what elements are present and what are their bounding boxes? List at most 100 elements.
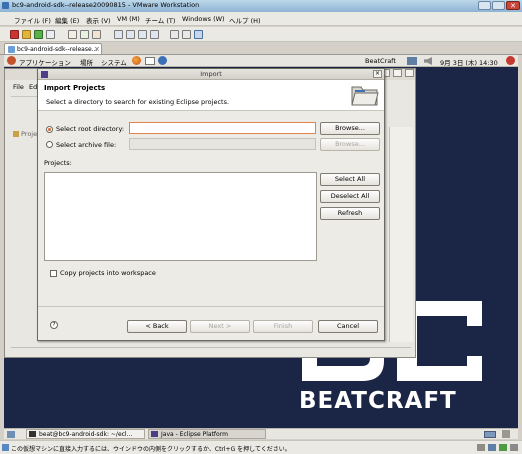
- dialog-header-description: Select a directory to search for existin…: [46, 98, 230, 106]
- view-unity-icon[interactable]: [182, 30, 191, 39]
- suspend-icon[interactable]: [22, 30, 31, 39]
- archive-file-radio[interactable]: [46, 141, 53, 148]
- finish-button[interactable]: Finish: [253, 320, 313, 333]
- revert-icon[interactable]: [80, 30, 89, 39]
- eclipse-menu-edit[interactable]: Ed: [29, 83, 37, 91]
- eclipse-close-button[interactable]: [405, 69, 414, 77]
- taskbar-terminal-label: beat@bc9-android-sdk: ~/ecl...: [39, 431, 133, 438]
- panel-menu-places[interactable]: 場所: [80, 57, 93, 67]
- deselect-all-button[interactable]: Deselect All: [320, 190, 380, 203]
- archive-file-input[interactable]: [129, 138, 316, 150]
- status-info-icon: [2, 444, 9, 451]
- maximize-button[interactable]: [492, 1, 505, 10]
- panel-user-name[interactable]: BeatCraft: [365, 57, 396, 65]
- beatcraft-wallpaper-text: BEATCRAFT: [299, 388, 457, 414]
- browse-root-button[interactable]: Browse...: [320, 122, 380, 135]
- vmware-title: bc9-android-sdk--release20090815 - VMwar…: [12, 1, 200, 9]
- root-directory-radio[interactable]: [46, 126, 53, 133]
- vmware-status-text: この仮想マシンに直接入力するには、ウインドウの内側をクリックするか、Ctrl+G…: [11, 446, 291, 453]
- mail-icon[interactable]: [145, 57, 155, 65]
- eclipse-menu-file[interactable]: File: [13, 83, 24, 91]
- eclipse-maximize-button[interactable]: [393, 69, 402, 77]
- radio-dot: [48, 128, 51, 131]
- view-console-icon[interactable]: [150, 30, 159, 39]
- help-icon[interactable]: ?: [50, 321, 58, 329]
- import-dialog-title-bar[interactable]: Import ×: [38, 69, 384, 80]
- panel-clock[interactable]: 9月 3日 (木) 14:30: [440, 57, 498, 67]
- projects-list[interactable]: [44, 172, 317, 261]
- close-button[interactable]: ✕: [506, 1, 520, 10]
- menu-edit[interactable]: 編集 (E): [55, 15, 79, 25]
- view-summary-icon[interactable]: [138, 30, 147, 39]
- project-explorer-label[interactable]: Proje: [21, 130, 37, 138]
- power-on-icon[interactable]: [34, 30, 43, 39]
- menu-view[interactable]: 表示 (V): [86, 15, 111, 25]
- eclipse-icon: [151, 431, 158, 437]
- minimize-button[interactable]: [478, 1, 491, 10]
- root-directory-label[interactable]: Select root directory:: [56, 125, 124, 133]
- next-button[interactable]: Next >: [190, 320, 250, 333]
- refresh-button[interactable]: Refresh: [320, 207, 380, 220]
- vmware-app-icon: [2, 2, 9, 9]
- close-icon[interactable]: ×: [94, 45, 100, 53]
- back-button[interactable]: < Back: [127, 320, 187, 333]
- device-sound-icon[interactable]: [510, 444, 518, 451]
- panel-menu-applications[interactable]: アプリケーション: [19, 57, 71, 67]
- menu-help[interactable]: ヘルプ (H): [229, 15, 261, 25]
- gnome-top-panel: アプリケーション 場所 システム BeatCraft 9月 3日 (木) 14:…: [4, 55, 518, 67]
- device-network-icon[interactable]: [488, 444, 496, 451]
- close-icon[interactable]: ×: [373, 70, 382, 78]
- menu-vm[interactable]: VM (M): [117, 15, 140, 23]
- cancel-button[interactable]: Cancel: [318, 320, 378, 333]
- view-quick-switch-icon[interactable]: [126, 30, 135, 39]
- import-dialog-title: Import: [200, 70, 222, 78]
- projects-label: Projects:: [44, 159, 72, 167]
- gnome-bottom-panel: beat@bc9-android-sdk: ~/ecl... Java - Ec…: [4, 428, 518, 439]
- project-explorer-icon: [13, 131, 19, 137]
- taskbar-terminal[interactable]: beat@bc9-android-sdk: ~/ecl...: [26, 429, 145, 439]
- device-usb-icon[interactable]: [499, 444, 507, 451]
- folder-icon: [351, 86, 379, 106]
- view-fullscreen-icon[interactable]: [114, 30, 123, 39]
- dialog-header-title: Import Projects: [44, 84, 106, 92]
- select-all-button[interactable]: Select All: [320, 173, 380, 186]
- vmware-menu-bar: ファイル (F) 編集 (E) 表示 (V) VM (M) チーム (T) Wi…: [0, 12, 522, 26]
- menu-team[interactable]: チーム (T): [145, 15, 175, 25]
- power-off-icon[interactable]: [10, 30, 19, 39]
- firefox-icon[interactable]: [132, 56, 141, 65]
- dialog-separator: [38, 306, 384, 307]
- vmware-title-bar[interactable]: bc9-android-sdk--release20090815 - VMwar…: [0, 0, 522, 12]
- help-icon[interactable]: [158, 56, 167, 65]
- panel-menu-system[interactable]: システム: [101, 57, 127, 67]
- reset-icon[interactable]: [46, 30, 55, 39]
- network-icon[interactable]: [407, 57, 417, 65]
- dialog-header-band: Import Projects Select a directory to se…: [38, 80, 384, 111]
- device-disk-icon[interactable]: [477, 444, 485, 451]
- taskbar-eclipse-label: Java - Eclipse Platform: [161, 431, 228, 438]
- view-fit-icon[interactable]: [194, 30, 203, 39]
- workspace-switcher[interactable]: [484, 431, 496, 438]
- shutdown-icon[interactable]: [506, 56, 515, 65]
- distro-logo-icon[interactable]: [7, 56, 16, 65]
- browse-archive-button[interactable]: Browse...: [320, 138, 380, 151]
- import-dialog: Import × Import Projects Select a direct…: [37, 68, 385, 341]
- eclipse-right-view: [389, 127, 413, 342]
- eclipse-bottom-area: [11, 347, 411, 357]
- menu-file[interactable]: ファイル (F): [14, 15, 51, 25]
- terminal-icon: [29, 431, 36, 437]
- root-directory-input[interactable]: [129, 122, 316, 134]
- trash-icon[interactable]: [502, 430, 510, 438]
- vmware-toolbar: [0, 27, 522, 42]
- copy-projects-label[interactable]: Copy projects into workspace: [60, 269, 156, 277]
- guest-screen[interactable]: アプリケーション 場所 システム BeatCraft 9月 3日 (木) 14:…: [4, 55, 518, 439]
- taskbar-eclipse[interactable]: Java - Eclipse Platform: [148, 429, 266, 439]
- copy-projects-checkbox[interactable]: [50, 270, 57, 277]
- snapshot-manager-icon[interactable]: [92, 30, 101, 39]
- archive-file-label[interactable]: Select archive file:: [56, 141, 116, 149]
- volume-icon[interactable]: [424, 57, 432, 65]
- view-appliance-icon[interactable]: [170, 30, 179, 39]
- menu-windows[interactable]: Windows (W): [182, 15, 225, 23]
- show-desktop-icon[interactable]: [7, 431, 15, 438]
- snapshot-icon[interactable]: [68, 30, 77, 39]
- vmware-status-bar: この仮想マシンに直接入力するには、ウインドウの内側をクリックするか、Ctrl+G…: [0, 440, 522, 454]
